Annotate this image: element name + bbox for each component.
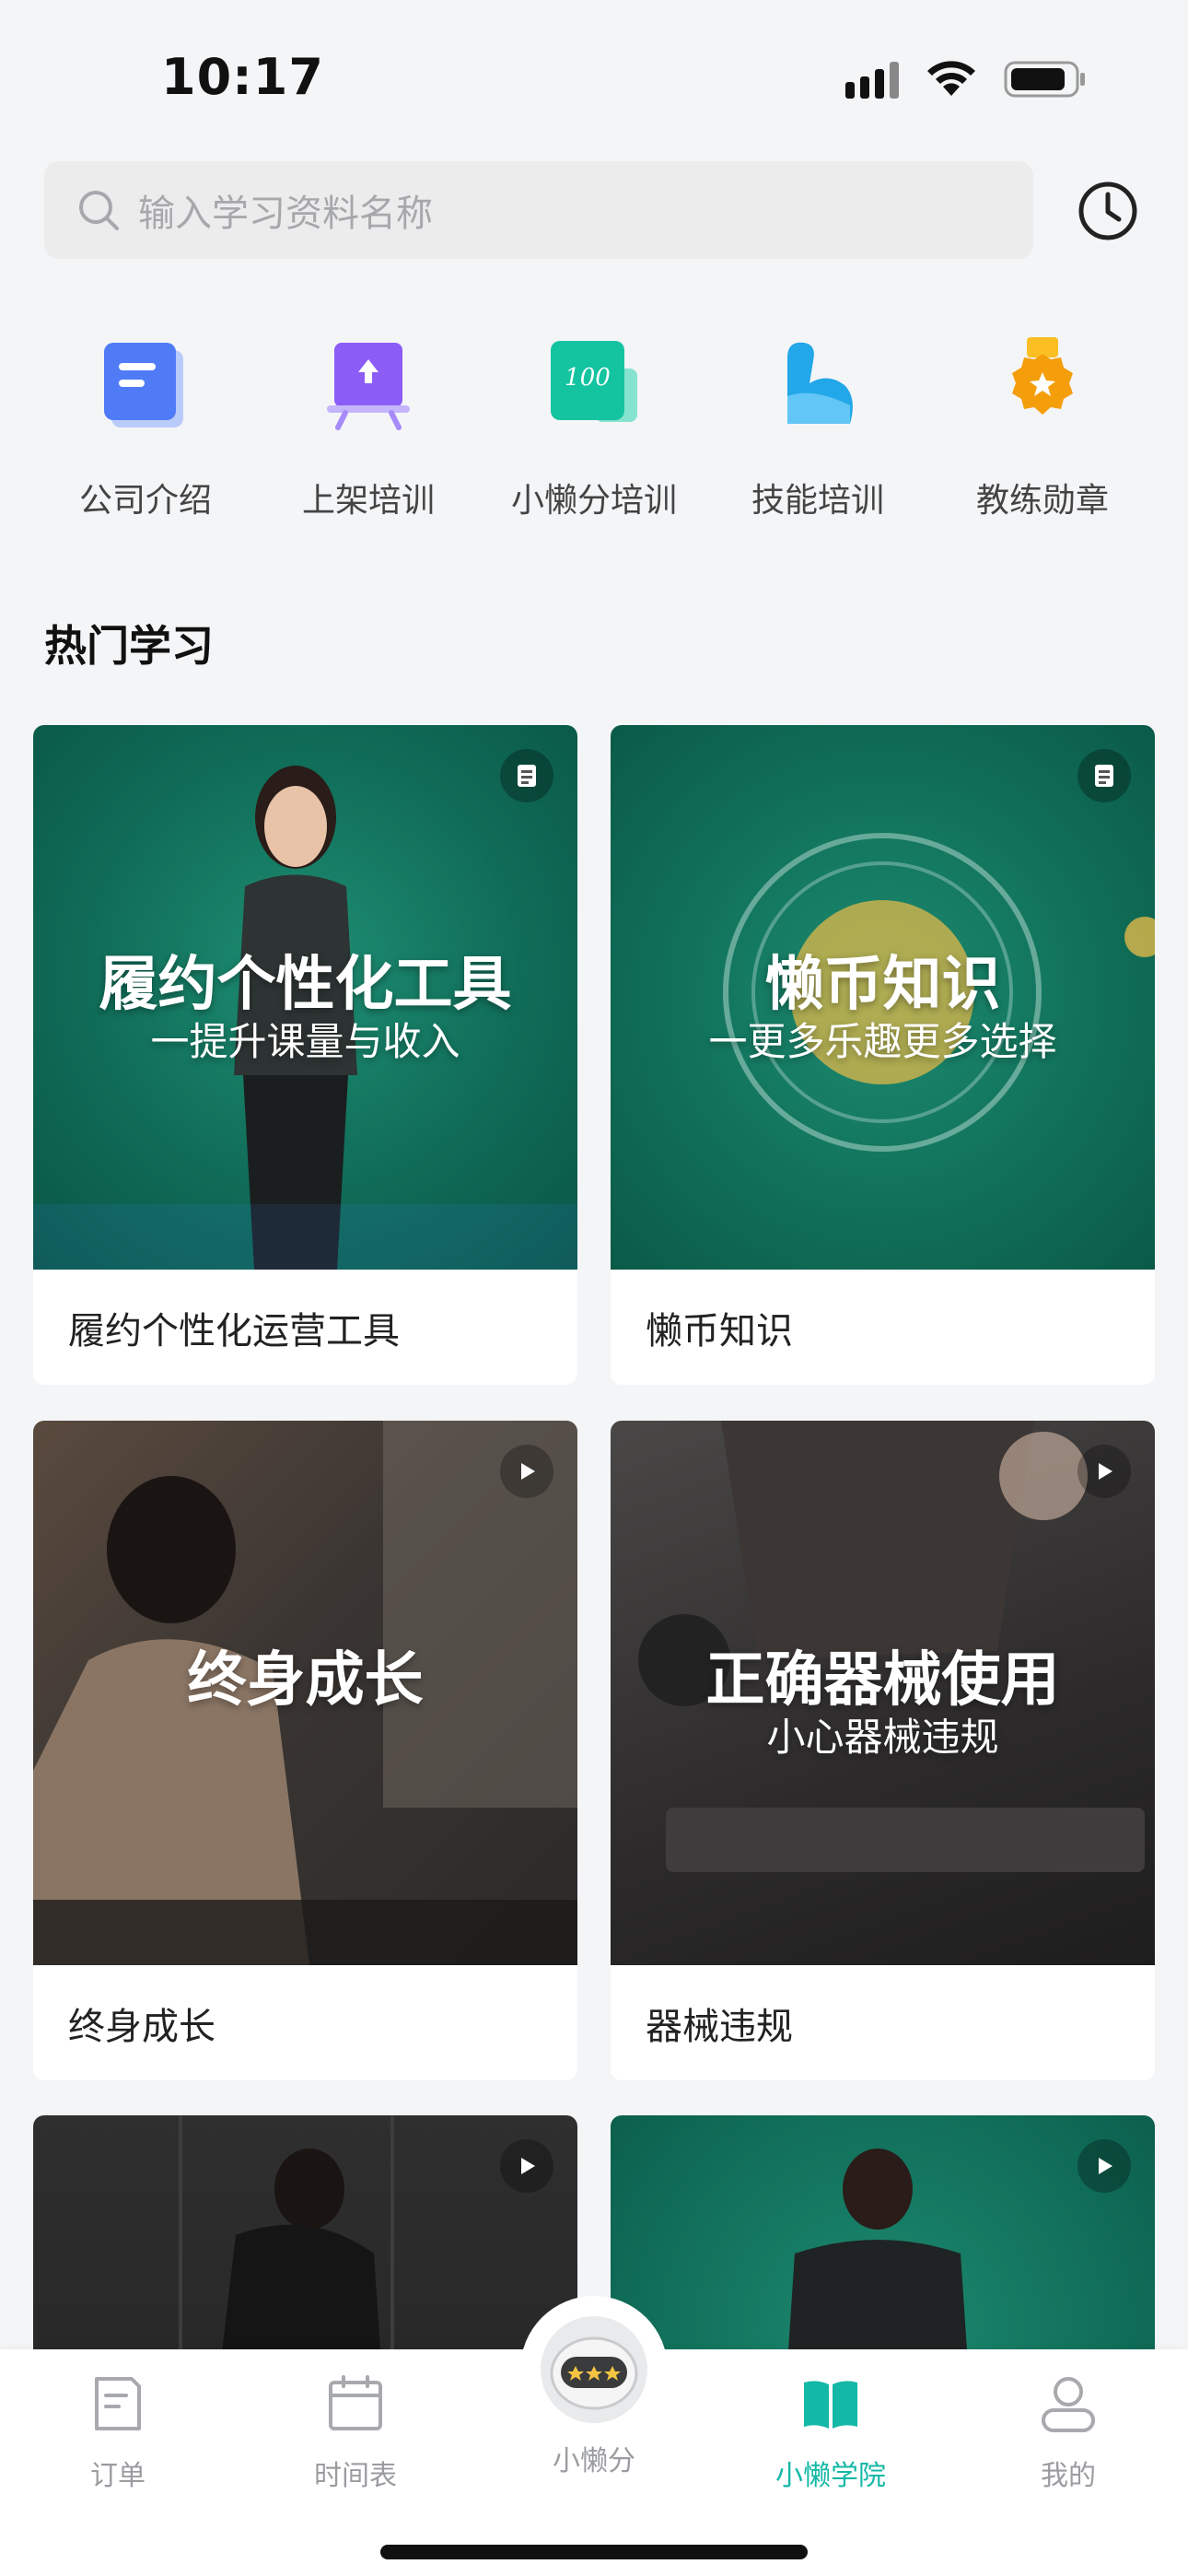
tab-label: 小懒学院 xyxy=(775,2460,886,2492)
course-card[interactable]: 终身成长 终身成长 xyxy=(33,1421,577,2080)
course-caption: 终身成长 xyxy=(68,2005,215,2048)
history-clock-icon[interactable] xyxy=(1077,181,1138,241)
document-badge-icon xyxy=(1077,749,1131,802)
play-badge-icon xyxy=(1077,2139,1131,2193)
book-icon xyxy=(804,2381,857,2429)
thumbnail-subtitle: 一提升课量与收入 xyxy=(150,1019,460,1064)
home-indicator xyxy=(380,2545,808,2559)
tab-label: 小懒分 xyxy=(553,2445,635,2477)
category-score-training[interactable]: 100 小懒分培训 xyxy=(479,332,709,521)
course-caption: 履约个性化运营工具 xyxy=(68,1309,400,1352)
course-card[interactable]: 懒币知识 一更多乐趣更多选择 懒币知识 xyxy=(611,725,1155,1385)
search-placeholder: 输入学习资料名称 xyxy=(138,193,433,235)
tab-label: 时间表 xyxy=(314,2460,397,2492)
order-icon xyxy=(95,2377,141,2430)
wifi-icon xyxy=(927,61,975,96)
course-thumbnail: 正确器械使用 小心器械违规 xyxy=(611,1421,1155,1965)
person-icon xyxy=(1042,2377,1095,2432)
thumbnail-title: 履约个性化工具 xyxy=(99,951,512,1019)
course-card[interactable]: 履约个性化工具 一提升课量与收入 履约个性化运营工具 xyxy=(33,725,577,1385)
course-thumbnail: 履约个性化工具 一提升课量与收入 xyxy=(33,725,577,1270)
easel-icon xyxy=(327,343,410,430)
section-title: 热门学习 xyxy=(44,621,214,671)
document-icon xyxy=(104,343,183,427)
tab-label: 订单 xyxy=(90,2460,146,2492)
category-coach-medal[interactable]: 教练勋章 xyxy=(927,332,1158,521)
search-icon xyxy=(79,191,119,230)
category-company-intro[interactable]: 公司介绍 xyxy=(30,332,261,521)
thumbnail-title: 终身成长 xyxy=(187,1646,424,1715)
status-bar: 10:17 xyxy=(0,0,1188,157)
course-card[interactable]: 正确器械使用 小心器械违规 器械违规 xyxy=(611,1421,1155,2080)
tab-schedule[interactable]: 时间表 xyxy=(263,2371,448,2493)
play-badge-icon xyxy=(500,1445,553,1498)
category-label: 技能培训 xyxy=(751,482,884,520)
medal-icon xyxy=(1012,337,1073,415)
battery-icon xyxy=(1004,61,1085,98)
play-badge-icon xyxy=(1077,1445,1131,1498)
category-listing-training[interactable]: 上架培训 xyxy=(253,332,483,521)
svg-text:100: 100 xyxy=(565,364,611,392)
search-input[interactable]: 输入学习资料名称 xyxy=(44,161,1033,259)
score-100-icon: 100 xyxy=(551,341,637,422)
status-icons xyxy=(845,59,1087,100)
tab-label: 我的 xyxy=(1041,2460,1096,2492)
play-badge-icon xyxy=(500,2139,553,2193)
category-label: 教练勋章 xyxy=(975,482,1109,520)
muscle-icon xyxy=(787,342,853,424)
category-label: 小懒分培训 xyxy=(510,482,677,520)
category-label: 上架培训 xyxy=(301,482,435,520)
course-thumbnail: 终身成长 xyxy=(33,1421,577,1965)
tab-mine[interactable]: 我的 xyxy=(976,2371,1160,2493)
robot-score-button[interactable] xyxy=(520,2296,668,2443)
thumbnail-title: 正确器械使用 xyxy=(705,1646,1060,1715)
tab-academy[interactable]: 小懒学院 xyxy=(739,2371,923,2493)
thumbnail-subtitle: 小心器械违规 xyxy=(766,1715,999,1760)
category-skill-training[interactable]: 技能培训 xyxy=(703,332,933,521)
category-label: 公司介绍 xyxy=(78,482,212,520)
status-time: 10:17 xyxy=(161,48,324,106)
robot-icon xyxy=(541,2316,647,2423)
thumbnail-subtitle: 一更多乐趣更多选择 xyxy=(708,1019,1057,1064)
document-badge-icon xyxy=(500,749,553,802)
signal-icon xyxy=(845,60,899,99)
course-thumbnail: 懒币知识 一更多乐趣更多选择 xyxy=(611,725,1155,1270)
thumbnail-title: 懒币知识 xyxy=(764,951,1001,1019)
category-row: 公司介绍 上架培训 100 小懒分培训 技能培训 教练勋章 xyxy=(0,332,1188,534)
course-caption: 器械违规 xyxy=(646,2005,793,2048)
tab-orders[interactable]: 订单 xyxy=(26,2371,210,2493)
calendar-icon xyxy=(329,2375,382,2430)
course-caption: 懒币知识 xyxy=(646,1309,793,1352)
